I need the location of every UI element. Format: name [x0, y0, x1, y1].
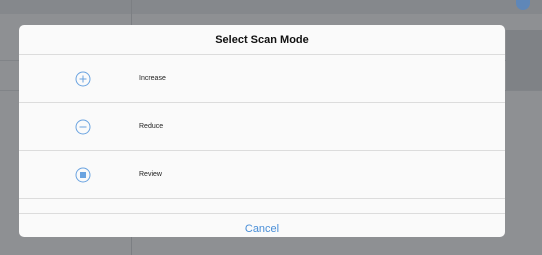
minus-circle-icon — [75, 119, 91, 135]
option-increase[interactable]: Increase — [19, 55, 505, 103]
dialog-spacer — [19, 199, 505, 214]
option-label: Increase — [139, 75, 166, 82]
option-label: Review — [139, 171, 162, 178]
review-square-icon — [75, 167, 91, 183]
dialog-title: Select Scan Mode — [19, 25, 505, 55]
option-review[interactable]: Review — [19, 151, 505, 199]
background-top-bar — [0, 0, 542, 14]
option-label: Reduce — [139, 123, 164, 130]
background-side-panel — [506, 30, 542, 90]
cancel-button[interactable]: Cancel — [19, 214, 505, 237]
scan-mode-dialog: Select Scan Mode Increase Reduce Review … — [19, 25, 505, 237]
plus-circle-icon — [75, 71, 91, 87]
option-reduce[interactable]: Reduce — [19, 103, 505, 151]
